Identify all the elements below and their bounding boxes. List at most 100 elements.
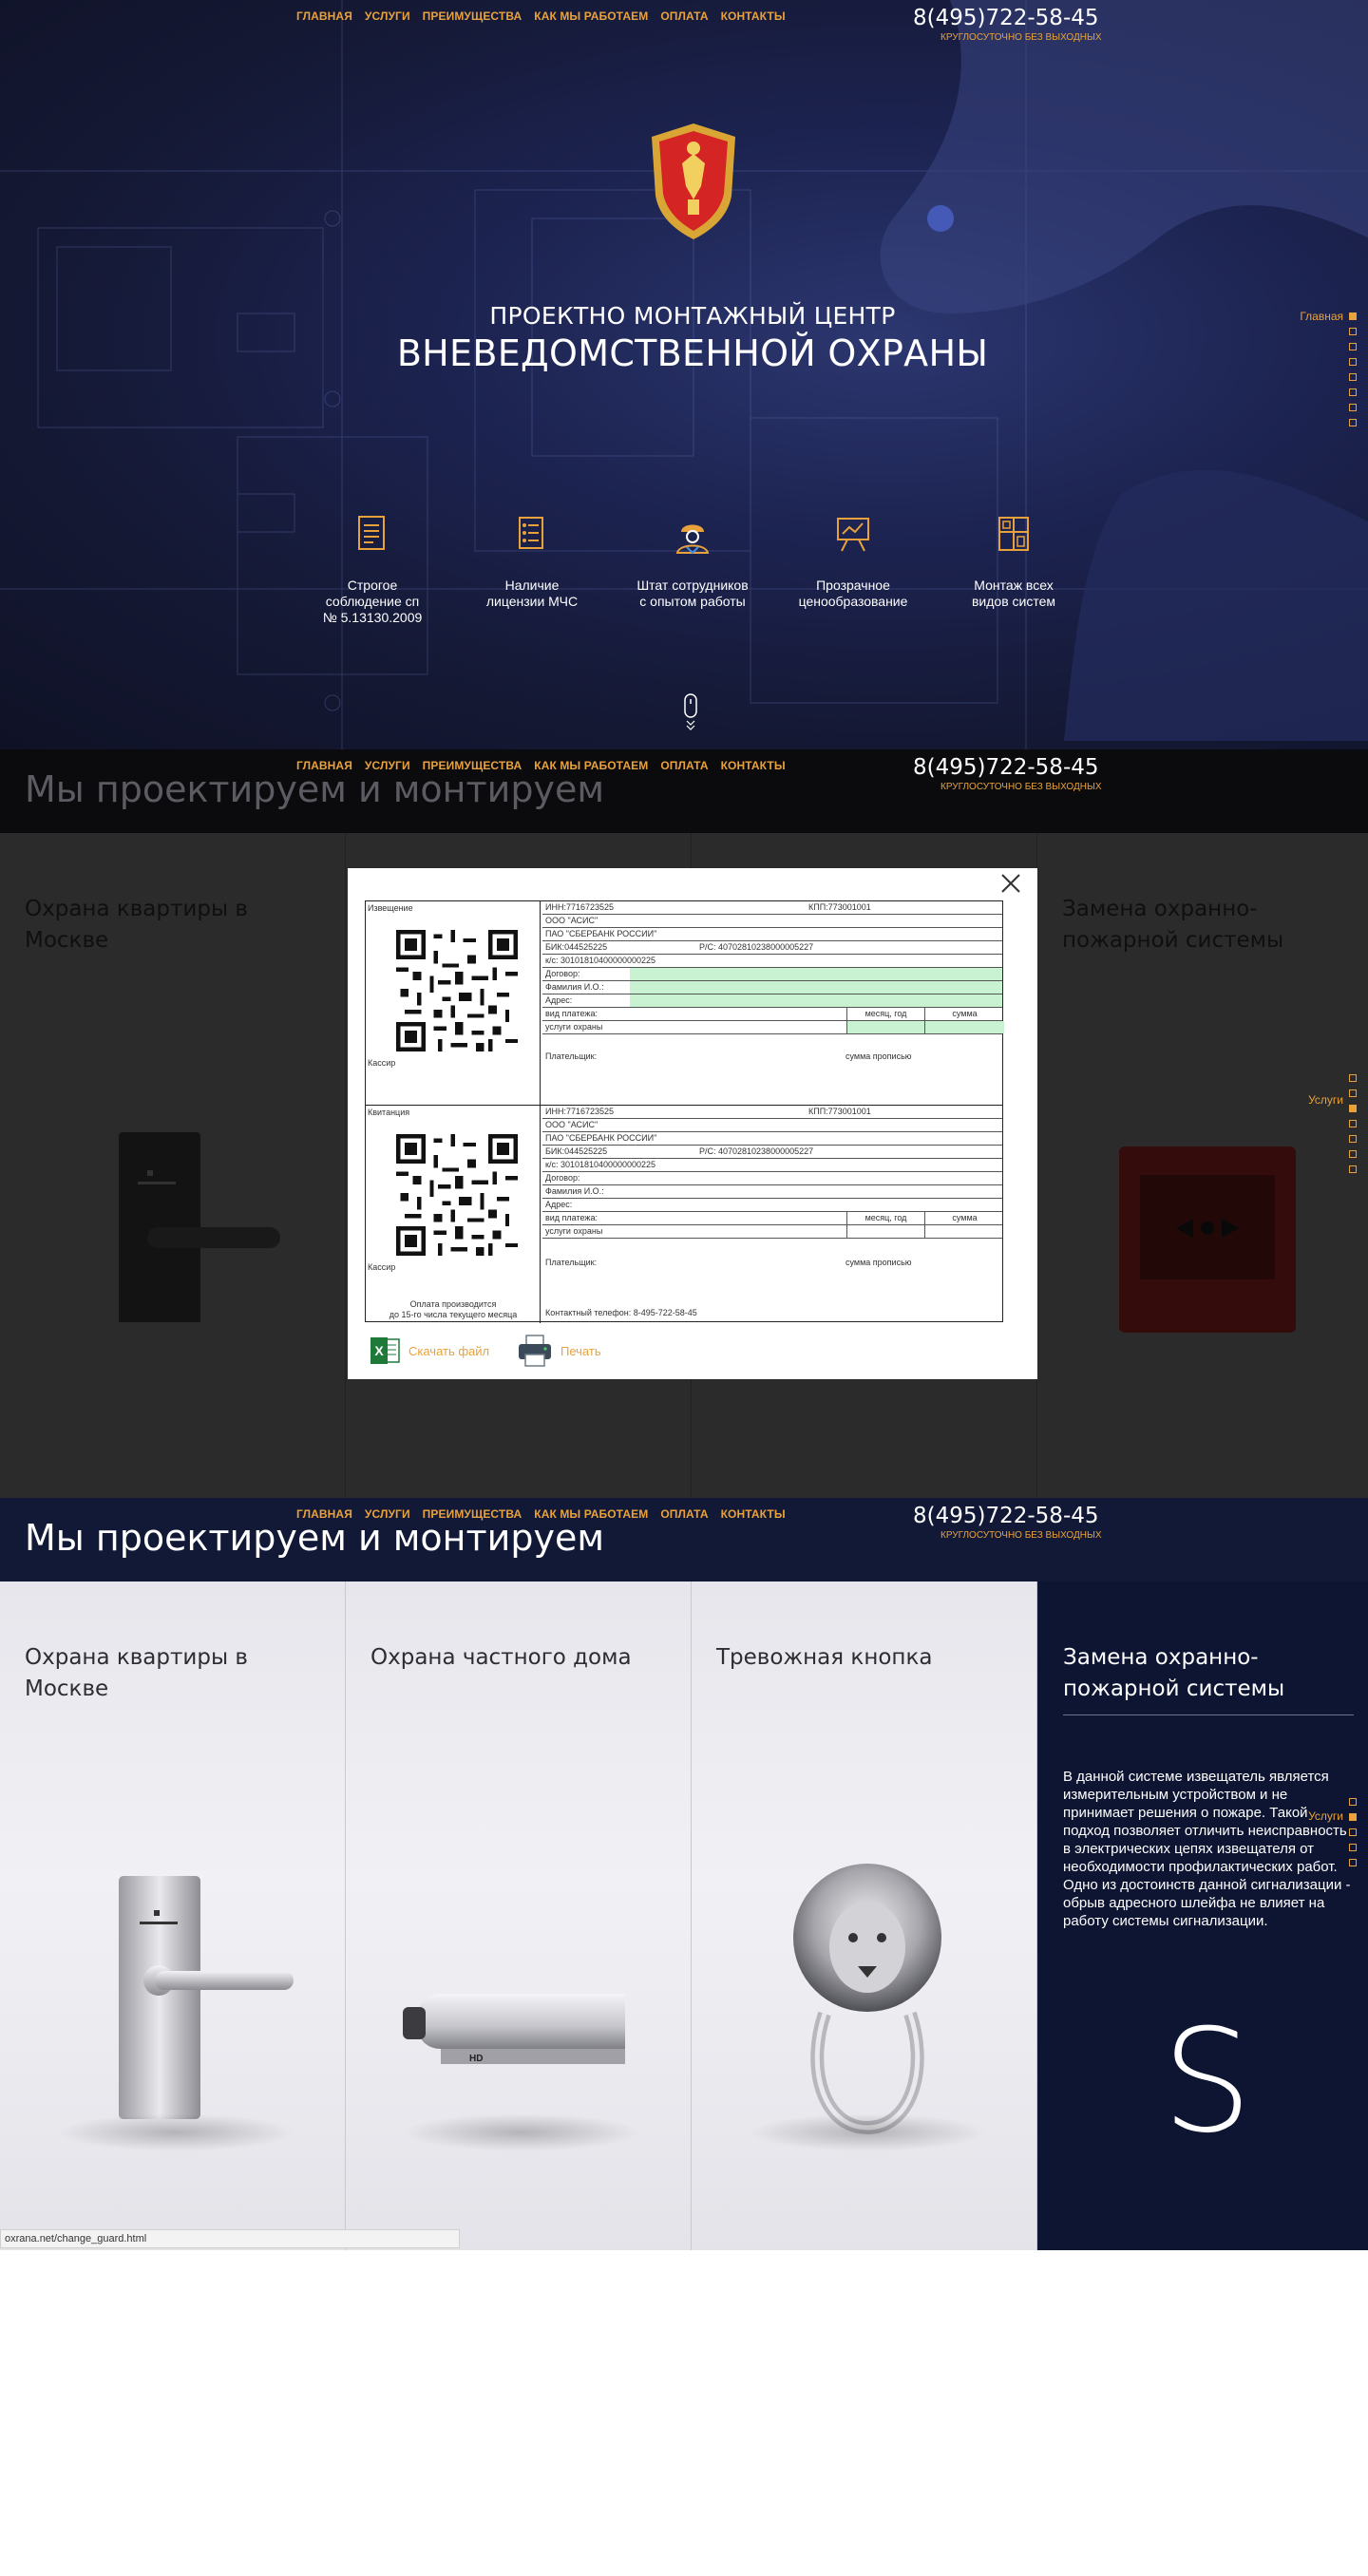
- side-nav-dot[interactable]: [1349, 358, 1357, 366]
- contract-label: Договор:: [545, 969, 580, 978]
- nav-item-home[interactable]: ГЛАВНАЯ: [296, 1507, 352, 1521]
- side-nav-dot[interactable]: [1349, 404, 1357, 411]
- receipt-left-column: Квитанция Кассир Оплата производится до …: [366, 1106, 541, 1323]
- side-nav-dot[interactable]: [1349, 1150, 1357, 1158]
- bank-text: ПАО "СБЕРБАНК РОССИИ": [545, 1133, 657, 1143]
- nav-item-home[interactable]: ГЛАВНАЯ: [296, 759, 352, 772]
- close-icon[interactable]: [999, 872, 1022, 895]
- nav-item-contacts[interactable]: КОНТАКТЫ: [721, 1507, 786, 1521]
- service-card-alarm-button[interactable]: Тревожная кнопка: [692, 1582, 1037, 2250]
- receipt-row: услуги охраны: [542, 1225, 1002, 1239]
- phone-hours: КРУГЛОСУТОЧНО БЕЗ ВЫХОДНЫХ: [940, 32, 1102, 43]
- phone-number[interactable]: 8(495)722-58-45: [913, 755, 1099, 780]
- nav-item-payment[interactable]: ОПЛАТА: [660, 759, 708, 772]
- nav-item-how-we-work[interactable]: КАК МЫ РАБОТАЕМ: [534, 9, 648, 23]
- hero-title: ВНЕВЕДОМСТВЕННОЙ ОХРАНЫ: [396, 332, 989, 374]
- side-nav-dot[interactable]: [1349, 1074, 1357, 1082]
- nav-item-payment[interactable]: ОПЛАТА: [660, 1507, 708, 1521]
- org-text: ООО "АСИС": [545, 1120, 598, 1129]
- side-nav-dot[interactable]: [1349, 1165, 1357, 1173]
- nav-item-advantages[interactable]: ПРЕИМУЩЕСТВА: [423, 9, 522, 23]
- services-modal-section: Мы проектируем и монтируем ГЛАВНАЯ УСЛУГ…: [0, 749, 1368, 1498]
- payment-deadline-note: Оплата производится до 15-го числа текущ…: [389, 1299, 518, 1319]
- corr-account-text: к/с: 30101810400000000225: [545, 1160, 656, 1169]
- feature-item: Строгое соблюдение сп № 5.13130.2009: [296, 513, 448, 626]
- service-card-fire-system-active[interactable]: Замена охранно-пожарной системы В данной…: [1038, 1582, 1368, 2250]
- receipt-row: ПАО "СБЕРБАНК РОССИИ": [542, 928, 1002, 941]
- download-label: Скачать файл: [408, 1343, 490, 1358]
- nav-item-home[interactable]: ГЛАВНАЯ: [296, 9, 352, 23]
- nav-item-advantages[interactable]: ПРЕИМУЩЕСТВА: [423, 1507, 522, 1521]
- amount-cell: [924, 1225, 1004, 1238]
- name-field[interactable]: [630, 981, 1002, 994]
- address-field[interactable]: [630, 994, 1002, 1007]
- nav-item-contacts[interactable]: КОНТАКТЫ: [721, 759, 786, 772]
- bik-text: БИК:044525225: [545, 942, 608, 952]
- feature-text: Монтаж всех видов систем: [971, 578, 1056, 609]
- nav-item-how-we-work[interactable]: КАК МЫ РАБОТАЕМ: [534, 1507, 648, 1521]
- side-nav-dot[interactable]: [1349, 1798, 1357, 1806]
- scroll-down-icon[interactable]: [683, 693, 698, 733]
- amount-label: сумма: [924, 1212, 1004, 1224]
- side-nav-dot[interactable]: [1349, 1813, 1357, 1821]
- amount-words-label: сумма прописью: [846, 1258, 912, 1267]
- nav-item-payment[interactable]: ОПЛАТА: [660, 9, 708, 23]
- lion-door-knocker-image: [793, 1864, 941, 2135]
- service-card-house[interactable]: Охрана частного дома HD: [346, 1582, 692, 2250]
- side-nav-dot[interactable]: [1349, 313, 1357, 320]
- side-nav-dot[interactable]: [1349, 328, 1357, 335]
- receipt-row: ИНН:7716723525 КПП:773001001: [542, 1106, 1002, 1119]
- nav-item-advantages[interactable]: ПРЕИМУЩЕСТВА: [423, 759, 522, 772]
- feature-text: Наличие лицензии МЧС: [485, 578, 579, 609]
- address-label: Адрес:: [545, 995, 573, 1005]
- phone-number[interactable]: 8(495)722-58-45: [913, 6, 1099, 30]
- side-nav-dot[interactable]: [1349, 419, 1357, 426]
- nav-item-services[interactable]: УСЛУГИ: [365, 1507, 410, 1521]
- phone-number[interactable]: 8(495)722-58-45: [913, 1504, 1099, 1528]
- month-year-field[interactable]: [846, 1021, 924, 1033]
- divider: [1063, 1714, 1354, 1715]
- payer-line: Плательщик: сумма прописью: [545, 1258, 912, 1267]
- org-text: ООО "АСИС": [545, 916, 598, 925]
- payer-label: Плательщик:: [545, 1051, 598, 1061]
- contract-field[interactable]: [630, 968, 1002, 980]
- side-nav-dot[interactable]: [1349, 388, 1357, 396]
- side-nav-dot[interactable]: [1349, 343, 1357, 350]
- side-nav-dot[interactable]: [1349, 1089, 1357, 1097]
- document-icon: [358, 516, 385, 550]
- nav-item-contacts[interactable]: КОНТАКТЫ: [721, 9, 786, 23]
- kpp-text: КПП:773001001: [808, 1107, 871, 1116]
- side-nav-dot[interactable]: [1349, 1120, 1357, 1127]
- phone-hours: КРУГЛОСУТОЧНО БЕЗ ВЫХОДНЫХ: [940, 782, 1102, 792]
- side-nav-dot[interactable]: [1349, 373, 1357, 381]
- side-nav-dot[interactable]: [1349, 1844, 1357, 1851]
- nav-item-services[interactable]: УСЛУГИ: [365, 759, 410, 772]
- service-card-title: Замена охранно-пожарной системы: [1063, 1645, 1285, 1701]
- side-nav-dot[interactable]: [1349, 1105, 1357, 1112]
- service-card-apartment[interactable]: Охрана квартиры в Москве: [0, 1582, 346, 2250]
- nav-item-how-we-work[interactable]: КАК МЫ РАБОТАЕМ: [534, 759, 648, 772]
- download-file-button[interactable]: X Скачать файл: [369, 1335, 489, 1366]
- side-nav-dot[interactable]: [1349, 1135, 1357, 1143]
- browser-status-url: oxrana.net/change_guard.html: [0, 2229, 460, 2248]
- phone-hours: КРУГЛОСУТОЧНО БЕЗ ВЫХОДНЫХ: [940, 1530, 1102, 1541]
- notice-label: Извещение: [368, 903, 413, 913]
- amount-label: сумма: [924, 1008, 1004, 1020]
- receipt-row: вид платежа: месяц, год сумма: [542, 1212, 1002, 1225]
- payment-receipt-modal: Извещение Кассир ИНН:7716723525 КПП:7730…: [348, 868, 1037, 1379]
- print-button[interactable]: Печать: [517, 1334, 601, 1368]
- receipt-details: ИНН:7716723525 КПП:773001001 ООО "АСИС" П…: [542, 1106, 1002, 1323]
- qr-code-icon: [396, 1134, 518, 1256]
- main-menu: ГЛАВНАЯ УСЛУГИ ПРЕИМУЩЕСТВА КАК МЫ РАБОТ…: [296, 9, 786, 23]
- side-nav-dot[interactable]: [1349, 1859, 1357, 1866]
- blueprint-icon: [998, 517, 1029, 551]
- name-label: Фамилия И.О.:: [545, 1186, 604, 1196]
- svg-text:HD: HD: [469, 2054, 483, 2064]
- amount-field[interactable]: [924, 1021, 1004, 1033]
- nav-item-services[interactable]: УСЛУГИ: [365, 9, 410, 23]
- service-card-title: Тревожная кнопка: [716, 1645, 933, 1670]
- contact-phone-text: Контактный телефон: 8-495-722-58-45: [545, 1308, 697, 1317]
- side-nav-dot[interactable]: [1349, 1828, 1357, 1836]
- feature-item: Монтаж всех видов систем: [938, 513, 1090, 610]
- worker-icon: [675, 524, 710, 555]
